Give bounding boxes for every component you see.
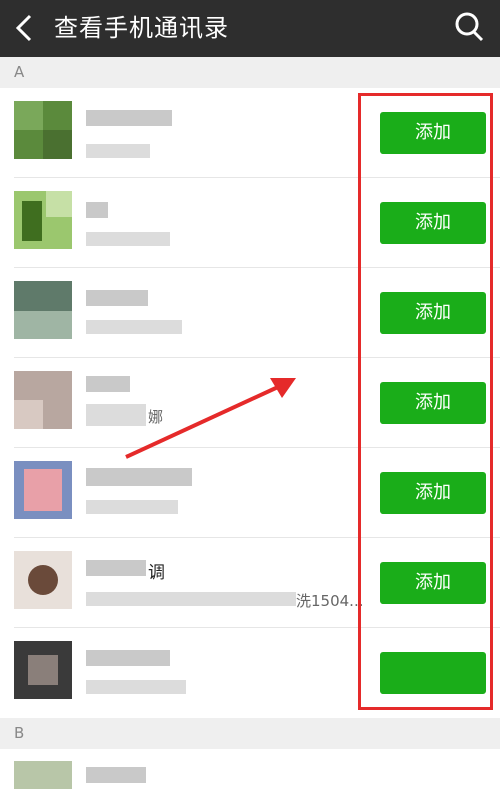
section-header-a: A xyxy=(0,57,500,88)
contact-row[interactable]: 添加 xyxy=(0,178,500,268)
contact-name-blurred xyxy=(86,650,170,666)
add-button[interactable]: 添加 xyxy=(380,202,486,244)
search-icon[interactable] xyxy=(452,9,486,45)
contact-name-blurred xyxy=(86,376,130,392)
contact-name-blurred xyxy=(86,560,146,576)
section-header-b: B xyxy=(0,718,500,749)
section-letter: A xyxy=(14,63,25,81)
contact-row[interactable] xyxy=(0,628,500,718)
contact-row[interactable]: 娜 添加 xyxy=(0,358,500,448)
contact-row[interactable]: 调 洗1504... 添加 xyxy=(0,538,500,628)
contact-sub-fragment: 洗1504... xyxy=(296,592,364,610)
contact-row[interactable]: 添加 xyxy=(0,88,500,178)
contact-sub-blurred xyxy=(86,500,178,514)
avatar xyxy=(14,371,72,429)
contact-name-blurred xyxy=(86,110,172,126)
add-button[interactable] xyxy=(380,652,486,694)
contact-sub-blurred xyxy=(86,320,182,334)
contact-sub-blurred xyxy=(86,404,146,426)
contact-sub-blurred xyxy=(86,232,170,246)
contact-row[interactable]: 添加 xyxy=(0,268,500,358)
avatar xyxy=(14,461,72,519)
contact-row[interactable]: 添加 xyxy=(0,448,500,538)
add-button[interactable]: 添加 xyxy=(380,562,486,604)
add-button[interactable]: 添加 xyxy=(380,382,486,424)
avatar xyxy=(14,191,72,249)
add-button[interactable]: 添加 xyxy=(380,472,486,514)
avatar xyxy=(14,761,72,789)
avatar xyxy=(14,281,72,339)
section-letter: B xyxy=(14,724,25,742)
contact-name-blurred xyxy=(86,767,146,783)
contact-name-blurred xyxy=(86,290,148,306)
avatar xyxy=(14,641,72,699)
contact-sub-blurred xyxy=(86,680,186,694)
avatar xyxy=(14,101,72,159)
back-arrow-icon[interactable] xyxy=(10,8,46,48)
add-button[interactable]: 添加 xyxy=(380,292,486,334)
add-button[interactable]: 添加 xyxy=(380,112,486,154)
avatar xyxy=(14,551,72,609)
contact-name-fragment: 调 xyxy=(148,563,165,583)
page-title: 查看手机通讯录 xyxy=(54,14,229,42)
contact-sub-fragment: 娜 xyxy=(148,408,164,426)
contact-sub-blurred xyxy=(86,144,150,158)
contact-row[interactable] xyxy=(0,749,500,789)
contact-name-blurred xyxy=(86,202,108,218)
top-bar: 查看手机通讯录 xyxy=(0,0,500,57)
contact-name-blurred xyxy=(86,468,192,486)
contact-sub-blurred xyxy=(86,592,296,606)
